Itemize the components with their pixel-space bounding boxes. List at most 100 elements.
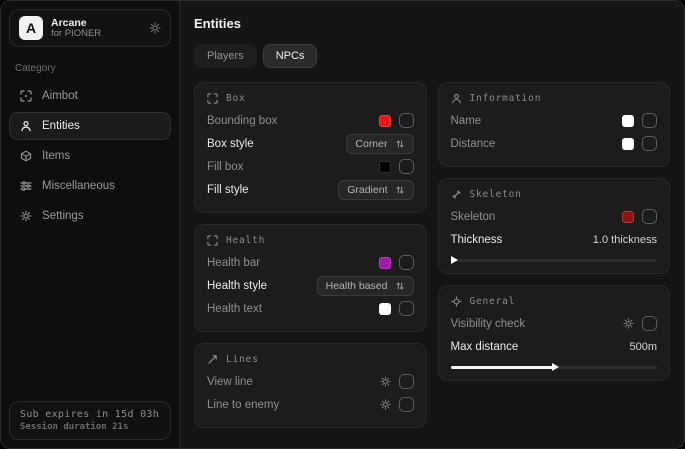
row-label: Fill style <box>207 184 249 196</box>
slider-handle[interactable] <box>451 256 458 264</box>
sub-expires-text: Sub expires in 15d 03h <box>20 409 160 420</box>
app-window: A Arcane for PIONER Category Aimbot <box>0 0 685 449</box>
row-label: Bounding box <box>207 115 277 127</box>
row-label: Thickness <box>451 234 503 246</box>
row-label: Fill box <box>207 161 243 173</box>
app-name: Arcane <box>51 17 101 29</box>
row-visibility-check: Visibility check <box>451 312 658 335</box>
health-text-checkbox[interactable] <box>399 301 414 316</box>
bounding-box-checkbox[interactable] <box>399 113 414 128</box>
card-health: Health Health bar Health style Health ba… <box>194 224 427 332</box>
color-swatch[interactable] <box>622 211 634 223</box>
row-max-distance: Max distance 500m <box>451 335 658 358</box>
row-label: Health bar <box>207 257 260 269</box>
line-to-enemy-checkbox[interactable] <box>399 397 414 412</box>
card-information: Information Name Distance <box>438 82 671 167</box>
distance-checkbox[interactable] <box>642 136 657 151</box>
dropdown-value: Gradient <box>347 184 387 196</box>
sliders-icon <box>20 180 32 192</box>
card-title: Health <box>226 235 265 246</box>
card-title: General <box>470 296 516 307</box>
color-swatch[interactable] <box>379 115 391 127</box>
line-diagonal-icon <box>207 354 218 365</box>
thickness-value: 1.0 thickness <box>593 234 657 246</box>
row-name: Name <box>451 109 658 132</box>
main-panel: Entities Players NPCs Box Bounding box <box>180 1 684 448</box>
sidebar-item-label: Items <box>42 150 70 162</box>
brand-card: A Arcane for PIONER <box>9 9 171 47</box>
dropdown-value: Corner <box>355 138 387 150</box>
page-title: Entities <box>194 16 670 31</box>
app-logo: A <box>19 16 43 40</box>
row-view-line: View line <box>207 370 414 393</box>
view-line-checkbox[interactable] <box>399 374 414 389</box>
tab-players[interactable]: Players <box>194 44 257 68</box>
sidebar-item-label: Settings <box>42 210 84 222</box>
swap-vertical-icon <box>395 139 405 149</box>
color-swatch[interactable] <box>379 161 391 173</box>
color-swatch[interactable] <box>379 303 391 315</box>
card-skeleton-header: Skeleton <box>451 189 658 200</box>
fill-box-checkbox[interactable] <box>399 159 414 174</box>
sidebar-spacer <box>9 230 171 401</box>
card-general-header: General <box>451 296 658 307</box>
card-lines: Lines View line Line to enemy <box>194 343 427 428</box>
row-bounding-box: Bounding box <box>207 109 414 132</box>
thickness-slider[interactable] <box>451 259 658 262</box>
sidebar-item-miscellaneous[interactable]: Miscellaneous <box>9 172 171 200</box>
card-box-header: Box <box>207 93 414 104</box>
right-column: Information Name Distance <box>438 82 671 381</box>
health-style-dropdown[interactable]: Health based <box>317 276 414 296</box>
row-label: Health text <box>207 303 262 315</box>
gear-icon[interactable] <box>380 399 391 410</box>
items-icon <box>20 150 32 162</box>
gear-icon[interactable] <box>149 22 161 34</box>
skeleton-checkbox[interactable] <box>642 209 657 224</box>
card-general: General Visibility check Max distance <box>438 285 671 381</box>
row-label: Name <box>451 115 482 127</box>
health-bar-checkbox[interactable] <box>399 255 414 270</box>
row-health-text: Health text <box>207 297 414 320</box>
card-box: Box Bounding box Box style Corner <box>194 82 427 213</box>
row-label: Health style <box>207 280 267 292</box>
category-label: Category <box>15 63 165 74</box>
card-information-header: Information <box>451 93 658 104</box>
row-distance: Distance <box>451 132 658 155</box>
scan-brackets-icon <box>207 235 218 246</box>
row-box-style: Box style Corner <box>207 132 414 155</box>
card-lines-header: Lines <box>207 354 414 365</box>
entities-icon <box>20 120 32 132</box>
scan-brackets-icon <box>207 93 218 104</box>
tab-npcs[interactable]: NPCs <box>263 44 318 68</box>
color-swatch[interactable] <box>622 138 634 150</box>
sidebar-item-aimbot[interactable]: Aimbot <box>9 82 171 110</box>
slider-fill <box>451 366 554 369</box>
person-icon <box>451 93 462 104</box>
sidebar-item-label: Miscellaneous <box>42 180 115 192</box>
card-title: Box <box>226 93 246 104</box>
card-title: Lines <box>226 354 259 365</box>
card-title: Information <box>470 93 542 104</box>
sidebar-item-entities[interactable]: Entities <box>9 112 171 140</box>
session-duration-text: Session duration 21s <box>20 422 160 432</box>
max-distance-slider[interactable] <box>451 366 658 369</box>
row-label: Skeleton <box>451 211 496 223</box>
color-swatch[interactable] <box>379 257 391 269</box>
gear-icon[interactable] <box>380 376 391 387</box>
app-subtitle: for PIONER <box>51 29 101 40</box>
visibility-check-checkbox[interactable] <box>642 316 657 331</box>
row-label: View line <box>207 376 253 388</box>
color-swatch[interactable] <box>622 115 634 127</box>
swap-vertical-icon <box>395 185 405 195</box>
swap-vertical-icon <box>395 281 405 291</box>
sidebar-item-settings[interactable]: Settings <box>9 202 171 230</box>
gear-icon[interactable] <box>623 318 634 329</box>
brand-text: Arcane for PIONER <box>51 17 101 40</box>
fill-style-dropdown[interactable]: Gradient <box>338 180 413 200</box>
row-fill-style: Fill style Gradient <box>207 178 414 201</box>
card-skeleton: Skeleton Skeleton Thickness 1.0 thicknes… <box>438 178 671 274</box>
sidebar-item-items[interactable]: Items <box>9 142 171 170</box>
box-style-dropdown[interactable]: Corner <box>346 134 413 154</box>
slider-handle[interactable] <box>552 363 559 371</box>
name-checkbox[interactable] <box>642 113 657 128</box>
